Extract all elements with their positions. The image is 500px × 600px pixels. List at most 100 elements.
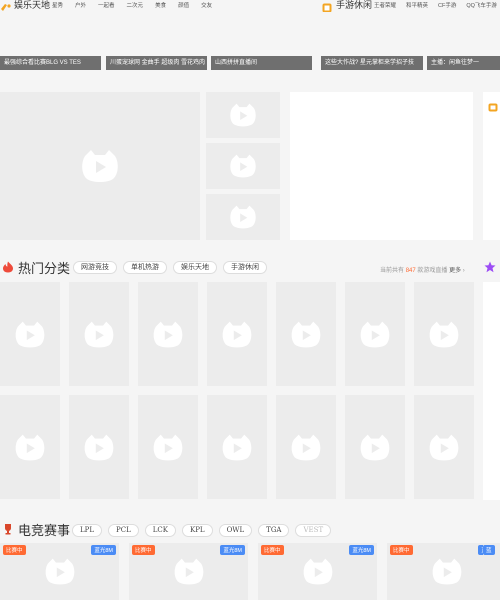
- play-placeholder-icon: [429, 321, 459, 347]
- esports-tab[interactable]: VEST: [295, 524, 332, 537]
- play-placeholder-icon: [303, 558, 332, 585]
- top-card[interactable]: 山西拼拼直播间: [211, 12, 312, 70]
- play-placeholder-icon: [15, 434, 45, 460]
- side-video[interactable]: [206, 194, 280, 240]
- play-placeholder-icon: [45, 558, 74, 585]
- play-placeholder-icon: [153, 321, 183, 347]
- ent-link[interactable]: 户外: [75, 1, 86, 9]
- play-placeholder-icon: [84, 321, 114, 347]
- top-card-caption: 最强综合看比赛BLG VS TES: [0, 56, 101, 70]
- hd-badge: 蓝: [483, 545, 495, 555]
- play-placeholder-icon: [432, 558, 461, 585]
- mobile-link[interactable]: 王者荣耀: [374, 1, 396, 9]
- mobile-header: 手游休闲 王者荣耀 和平精英 CF手游 QQ飞车手游: [322, 0, 500, 13]
- ent-link[interactable]: 交友: [201, 1, 212, 9]
- play-placeholder-icon: [230, 154, 256, 178]
- game-controller-icon: [0, 0, 12, 11]
- top-card[interactable]: 主播：闲鱼往梦一: [427, 12, 500, 70]
- category-card[interactable]: [0, 282, 60, 386]
- category-card[interactable]: [0, 395, 60, 499]
- mobile-link[interactable]: CF手游: [438, 1, 456, 9]
- play-placeholder-icon: [360, 321, 390, 347]
- hot-tab[interactable]: 单机热游: [123, 261, 167, 274]
- play-placeholder-icon: [84, 434, 114, 460]
- mobile-links: 王者荣耀 和平精英 CF手游 QQ飞车手游: [374, 1, 497, 9]
- category-card[interactable]: [345, 282, 405, 386]
- play-placeholder-icon: [153, 434, 183, 460]
- play-placeholder-icon: [291, 434, 321, 460]
- side-video[interactable]: [206, 92, 280, 138]
- live-count: 当前共有 847 款游戏直播 更多 ›: [380, 268, 465, 274]
- hot-tab[interactable]: 网游竞技: [73, 261, 117, 274]
- esports-title: 电竞赛事: [18, 524, 71, 539]
- esports-card[interactable]: 比赛中 蓝光8M: [0, 543, 119, 600]
- esports-tab[interactable]: LPL: [72, 524, 103, 537]
- mobile-link[interactable]: 和平精英: [406, 1, 428, 9]
- category-card[interactable]: [207, 282, 267, 386]
- top-card-caption: 主播：闲鱼往梦一: [427, 56, 500, 70]
- esports-tab[interactable]: PCL: [108, 524, 139, 537]
- category-card[interactable]: [69, 282, 129, 386]
- category-card[interactable]: [138, 282, 198, 386]
- chevron-right-icon: ›: [462, 268, 465, 274]
- mobile-link[interactable]: QQ飞车手游: [466, 1, 497, 9]
- category-card[interactable]: [414, 395, 474, 499]
- esports-card[interactable]: 比赛中 蓝光8M: [258, 543, 377, 600]
- ent-link[interactable]: 星秀: [52, 1, 63, 9]
- play-placeholder-icon: [174, 558, 203, 585]
- star-icon: [484, 260, 496, 278]
- play-placeholder-icon: [429, 434, 459, 460]
- side-video[interactable]: [206, 143, 280, 189]
- top-card-caption: 这些大作战? 星元掌柜来学招子技: [321, 56, 423, 70]
- ent-links: 星秀 户外 一起看 二次元 美食 颜值 交友: [52, 1, 212, 9]
- category-card[interactable]: [276, 282, 336, 386]
- esports-tab[interactable]: OWL: [218, 524, 253, 537]
- ent-link[interactable]: 二次元: [127, 1, 144, 9]
- top-card-caption: 川蛋宠球网 金曲手 超级肉 雪花鸡肉: [106, 56, 207, 70]
- trophy-icon: [2, 522, 14, 540]
- live-count-number: 847: [405, 268, 416, 274]
- top-card[interactable]: 这些大作战? 星元掌柜来学招子技: [321, 12, 423, 70]
- play-placeholder-icon: [230, 103, 256, 127]
- play-placeholder-icon: [360, 434, 390, 460]
- right-panel-edge: [483, 282, 500, 500]
- top-card[interactable]: 最强综合看比赛BLG VS TES: [0, 12, 101, 70]
- play-placeholder-icon: [291, 321, 321, 347]
- ent-link[interactable]: 一起看: [98, 1, 115, 9]
- play-placeholder-icon: [222, 434, 252, 460]
- category-card[interactable]: [414, 282, 474, 386]
- play-placeholder-icon: [230, 205, 256, 229]
- mobile-title[interactable]: 手游休闲: [336, 0, 372, 11]
- esports-tab[interactable]: KPL: [181, 524, 213, 537]
- hd-badge: 蓝光8M: [220, 545, 245, 555]
- category-card[interactable]: [276, 395, 336, 499]
- category-card[interactable]: [345, 395, 405, 499]
- play-placeholder-icon: [222, 321, 252, 347]
- ad-panel[interactable]: [290, 92, 473, 240]
- play-placeholder-icon: [82, 150, 118, 182]
- hd-badge: 蓝光8M: [91, 545, 116, 555]
- top-card-caption: 山西拼拼直播间: [211, 56, 312, 70]
- live-badge: 比赛中: [390, 545, 413, 555]
- tv-icon: [488, 99, 498, 117]
- category-card[interactable]: [69, 395, 129, 499]
- featured-video[interactable]: [0, 92, 200, 240]
- ent-title[interactable]: 娱乐天地: [14, 0, 50, 11]
- ent-link[interactable]: 颜值: [178, 1, 189, 9]
- esports-tab[interactable]: LCK: [144, 524, 176, 537]
- hot-tab[interactable]: 娱乐天地: [173, 261, 217, 274]
- esports-tab[interactable]: TGA: [258, 524, 290, 537]
- esports-card[interactable]: 比赛中 蓝光8M: [129, 543, 248, 600]
- ent-header: 娱乐天地 星秀 户外 一起看 二次元 美食 颜值 交友: [0, 0, 320, 12]
- category-card[interactable]: [207, 395, 267, 499]
- esports-card[interactable]: 蓝: [483, 543, 500, 600]
- mobile-game-icon: [322, 0, 332, 13]
- hot-title: 热门分类: [18, 262, 71, 277]
- fire-icon: [2, 260, 14, 278]
- more-link[interactable]: 更多: [449, 268, 461, 274]
- top-card[interactable]: 川蛋宠球网 金曲手 超级肉 雪花鸡肉: [106, 12, 207, 70]
- ent-link[interactable]: 美食: [155, 1, 166, 9]
- category-card[interactable]: [138, 395, 198, 499]
- hd-badge: 蓝光8M: [349, 545, 374, 555]
- hot-tab[interactable]: 手游休闲: [223, 261, 267, 274]
